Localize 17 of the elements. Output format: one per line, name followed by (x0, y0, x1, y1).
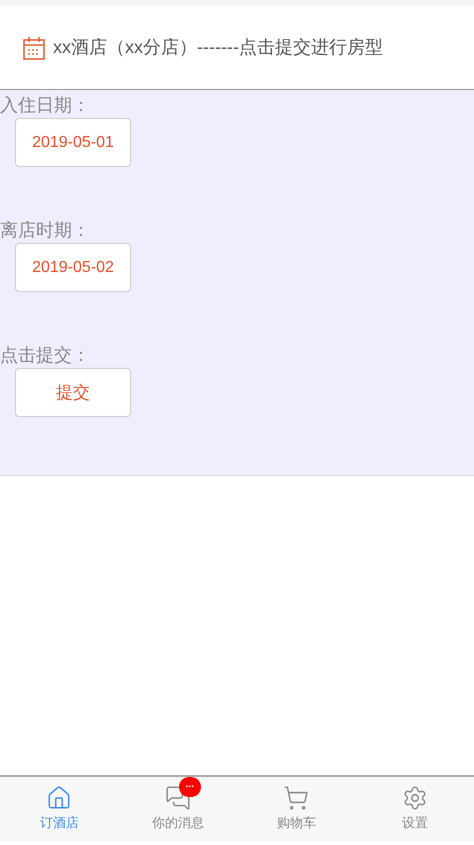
submit-button[interactable]: 提交 (15, 368, 131, 417)
cart-icon (283, 785, 310, 812)
date-field[interactable]: 2019-05-02 (15, 243, 131, 292)
field-label: 离店时期： (0, 219, 91, 242)
field-label: 点击提交： (0, 344, 91, 367)
date-field[interactable]: 2019-05-01 (15, 118, 131, 167)
settings-icon (402, 785, 428, 812)
home-icon (46, 785, 72, 812)
messages-icon (164, 785, 191, 812)
tab-item[interactable]: ... 你的消息 (118, 777, 237, 841)
calendar-icon (23, 36, 45, 60)
page-title: xx酒店（xx分店）-------点击提交进行房型 (53, 36, 383, 59)
notification-badge: ... (178, 777, 201, 798)
field-label: 入住日期： (0, 94, 91, 117)
tab-item[interactable]: 购物车 (237, 777, 356, 841)
tab-item[interactable]: 订酒店 (0, 777, 118, 841)
tab-item[interactable]: 设置 (356, 777, 474, 841)
